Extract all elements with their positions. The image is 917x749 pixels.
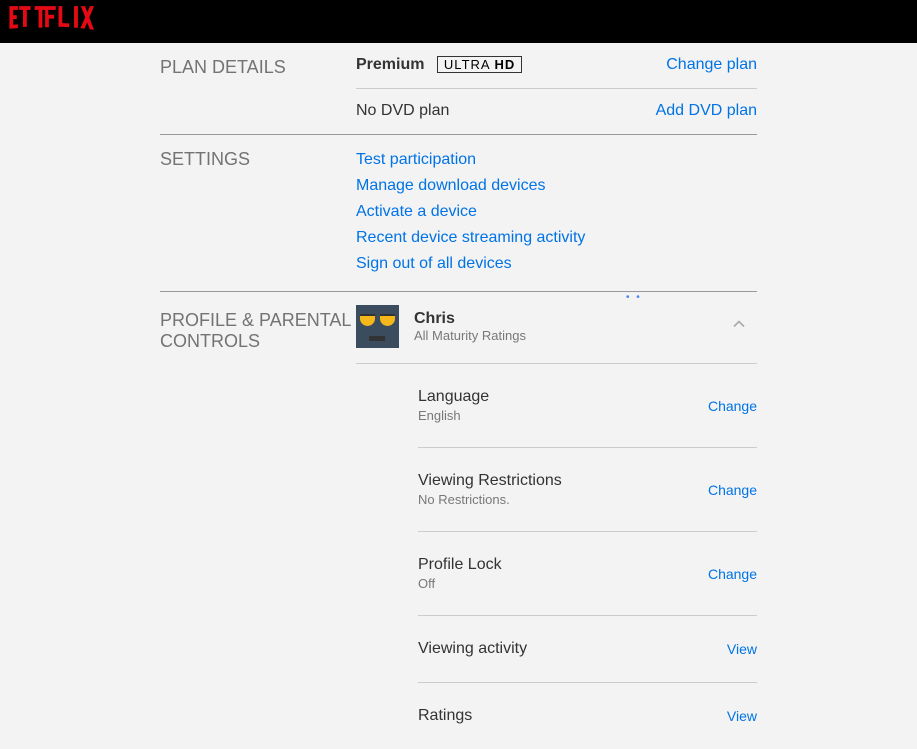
add-dvd-link[interactable]: Add DVD plan	[656, 102, 757, 120]
plan-row: Premium ULTRA HD Change plan	[356, 43, 757, 89]
change-language-link[interactable]: Change	[708, 398, 757, 414]
manage-devices-link[interactable]: Manage download devices	[356, 173, 757, 199]
chevron-up-icon	[729, 314, 749, 339]
loading-dots-icon: • •	[626, 292, 642, 303]
ratings-title: Ratings	[418, 707, 472, 725]
plan-details-title: PLAN DETAILS	[160, 57, 356, 78]
profile-header[interactable]: • • Chris All Maturity Ratings	[356, 292, 757, 364]
viewing-restrictions-title: Viewing Restrictions	[418, 472, 562, 490]
profile-section-title: PROFILE & PARENTAL CONTROLS	[160, 310, 356, 352]
change-restrictions-link[interactable]: Change	[708, 482, 757, 498]
viewing-restrictions-row: Viewing Restrictions No Restrictions. Ch…	[418, 448, 757, 532]
app-header	[0, 0, 917, 43]
change-lock-link[interactable]: Change	[708, 566, 757, 582]
activate-device-link[interactable]: Activate a device	[356, 199, 757, 225]
avatar	[356, 305, 399, 348]
plan-name: Premium	[356, 56, 424, 73]
view-activity-link[interactable]: View	[727, 641, 757, 657]
settings-title: SETTINGS	[160, 149, 356, 170]
view-ratings-link[interactable]: View	[727, 708, 757, 724]
profile-lock-value: Off	[418, 576, 502, 591]
signout-devices-link[interactable]: Sign out of all devices	[356, 251, 757, 277]
viewing-restrictions-value: No Restrictions.	[418, 492, 562, 507]
change-plan-link[interactable]: Change plan	[666, 56, 757, 74]
language-row: Language English Change	[418, 364, 757, 448]
dvd-plan-text: No DVD plan	[356, 102, 449, 120]
profile-lock-row: Profile Lock Off Change	[418, 532, 757, 616]
ratings-row: Ratings View	[418, 683, 757, 749]
dvd-plan-row: No DVD plan Add DVD plan	[356, 89, 757, 134]
ultra-hd-badge: ULTRA HD	[437, 56, 522, 73]
netflix-logo[interactable]	[6, 6, 94, 37]
profile-maturity-rating: All Maturity Ratings	[414, 328, 729, 343]
profile-section: PROFILE & PARENTAL CONTROLS • • Chris Al…	[160, 292, 757, 749]
test-participation-link[interactable]: Test participation	[356, 147, 757, 173]
language-value: English	[418, 408, 489, 423]
profile-name: Chris	[414, 310, 729, 328]
language-title: Language	[418, 388, 489, 406]
viewing-activity-row: Viewing activity View	[418, 616, 757, 683]
settings-section: SETTINGS Test participation Manage downl…	[160, 135, 757, 292]
plan-details-section: PLAN DETAILS Premium ULTRA HD Change pla…	[160, 43, 757, 135]
viewing-activity-title: Viewing activity	[418, 640, 527, 658]
main-content: PLAN DETAILS Premium ULTRA HD Change pla…	[0, 43, 917, 749]
recent-activity-link[interactable]: Recent device streaming activity	[356, 225, 757, 251]
profile-lock-title: Profile Lock	[418, 556, 502, 574]
